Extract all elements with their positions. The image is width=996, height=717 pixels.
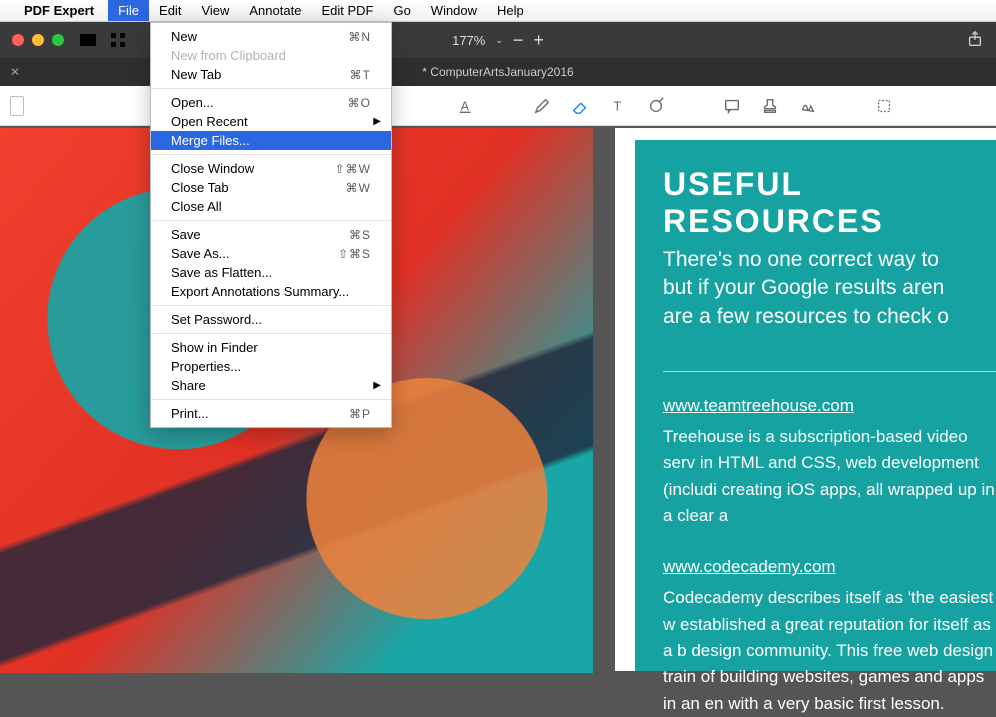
resource-para-1: Treehouse is a subscription-based video … — [663, 424, 996, 529]
traffic-lights — [12, 34, 64, 46]
article-panel: USEFUL RESOURCES There's no one correct … — [635, 140, 996, 671]
shortcut-label: ⌘S — [349, 228, 371, 242]
menu-item-set-password[interactable]: Set Password... — [151, 310, 391, 329]
menu-item-close-window[interactable]: Close Window⇧⌘W — [151, 159, 391, 178]
menu-item-new-tab[interactable]: New Tab⌘T — [151, 65, 391, 84]
menu-item-close-tab[interactable]: Close Tab⌘W — [151, 178, 391, 197]
eraser-icon[interactable] — [570, 96, 590, 116]
stamp-icon[interactable] — [760, 96, 780, 116]
shortcut-label: ⇧⌘W — [335, 162, 371, 176]
shortcut-label: ⌘W — [346, 181, 371, 195]
pdf-page-right: USEFUL RESOURCES There's no one correct … — [615, 128, 996, 671]
menu-item-export-annotations-summary[interactable]: Export Annotations Summary... — [151, 282, 391, 301]
zoom-value[interactable]: 177% — [452, 33, 485, 48]
thumbnail-icon[interactable] — [10, 96, 24, 116]
menu-item-show-in-finder[interactable]: Show in Finder — [151, 338, 391, 357]
grid-view-icon[interactable] — [108, 30, 128, 50]
shortcut-label: ⌘N — [348, 30, 371, 44]
menu-item-print[interactable]: Print...⌘P — [151, 404, 391, 423]
tab-close-icon[interactable]: ✕ — [10, 65, 20, 79]
menu-item-properties[interactable]: Properties... — [151, 357, 391, 376]
menu-item-merge-files[interactable]: Merge Files... — [151, 131, 391, 150]
menu-item-save[interactable]: Save⌘S — [151, 225, 391, 244]
resource-para-2: Codecademy describes itself as 'the easi… — [663, 585, 996, 717]
article-heading: USEFUL RESOURCES — [663, 166, 996, 240]
submenu-arrow-icon: ▶ — [373, 380, 381, 391]
crop-icon[interactable] — [874, 96, 894, 116]
menu-item-save-as[interactable]: Save As...⇧⌘S — [151, 244, 391, 263]
svg-text:A: A — [461, 99, 470, 113]
zoom-control: 177% ⌄ − + — [452, 30, 544, 51]
shape-icon[interactable] — [646, 96, 666, 116]
menu-item-close-all[interactable]: Close All — [151, 197, 391, 216]
zoom-chevron-icon[interactable]: ⌄ — [495, 35, 503, 46]
sidebar-toggle-icon[interactable] — [78, 30, 98, 50]
minimize-window-button[interactable] — [32, 34, 44, 46]
pencil-icon[interactable] — [532, 96, 552, 116]
shortcut-label: ⌘O — [348, 96, 371, 110]
submenu-arrow-icon: ▶ — [373, 116, 381, 127]
text-tool-icon[interactable]: T — [608, 96, 628, 116]
shortcut-label: ⌘T — [350, 68, 371, 82]
note-icon[interactable] — [722, 96, 742, 116]
divider — [663, 371, 996, 372]
tab-title: * ComputerArtsJanuary2016 — [422, 65, 573, 79]
menu-help[interactable]: Help — [487, 0, 534, 21]
menu-file[interactable]: File — [108, 0, 149, 21]
menu-view[interactable]: View — [191, 0, 239, 21]
resource-link-2[interactable]: www.codecademy.com — [663, 557, 836, 577]
svg-text:T: T — [614, 99, 622, 113]
menu-item-share[interactable]: Share▶ — [151, 376, 391, 395]
file-menu-dropdown: New⌘NNew from ClipboardNew Tab⌘T Open...⌘… — [150, 22, 392, 428]
menu-item-save-as-flatten[interactable]: Save as Flatten... — [151, 263, 391, 282]
resource-link-1[interactable]: www.teamtreehouse.com — [663, 396, 854, 416]
text-style-icon[interactable]: A — [456, 96, 476, 116]
menu-edit[interactable]: Edit — [149, 0, 191, 21]
mac-menubar: PDF Expert FileEditViewAnnotateEdit PDFG… — [0, 0, 996, 22]
menu-go[interactable]: Go — [383, 0, 420, 21]
menu-item-open[interactable]: Open...⌘O — [151, 93, 391, 112]
app-name[interactable]: PDF Expert — [24, 3, 94, 18]
menu-item-new[interactable]: New⌘N — [151, 27, 391, 46]
zoom-out-button[interactable]: − — [513, 30, 524, 51]
menu-edit-pdf[interactable]: Edit PDF — [311, 0, 383, 21]
share-icon[interactable] — [966, 30, 984, 51]
menu-item-new-from-clipboard: New from Clipboard — [151, 46, 391, 65]
menu-item-open-recent[interactable]: Open Recent▶ — [151, 112, 391, 131]
menu-window[interactable]: Window — [421, 0, 487, 21]
shortcut-label: ⇧⌘S — [338, 247, 371, 261]
close-window-button[interactable] — [12, 34, 24, 46]
article-lead: There's no one correct way to but if you… — [663, 246, 996, 331]
fullscreen-window-button[interactable] — [52, 34, 64, 46]
zoom-in-button[interactable]: + — [533, 30, 544, 51]
signature-icon[interactable] — [798, 96, 818, 116]
shortcut-label: ⌘P — [349, 407, 371, 421]
menu-annotate[interactable]: Annotate — [239, 0, 311, 21]
